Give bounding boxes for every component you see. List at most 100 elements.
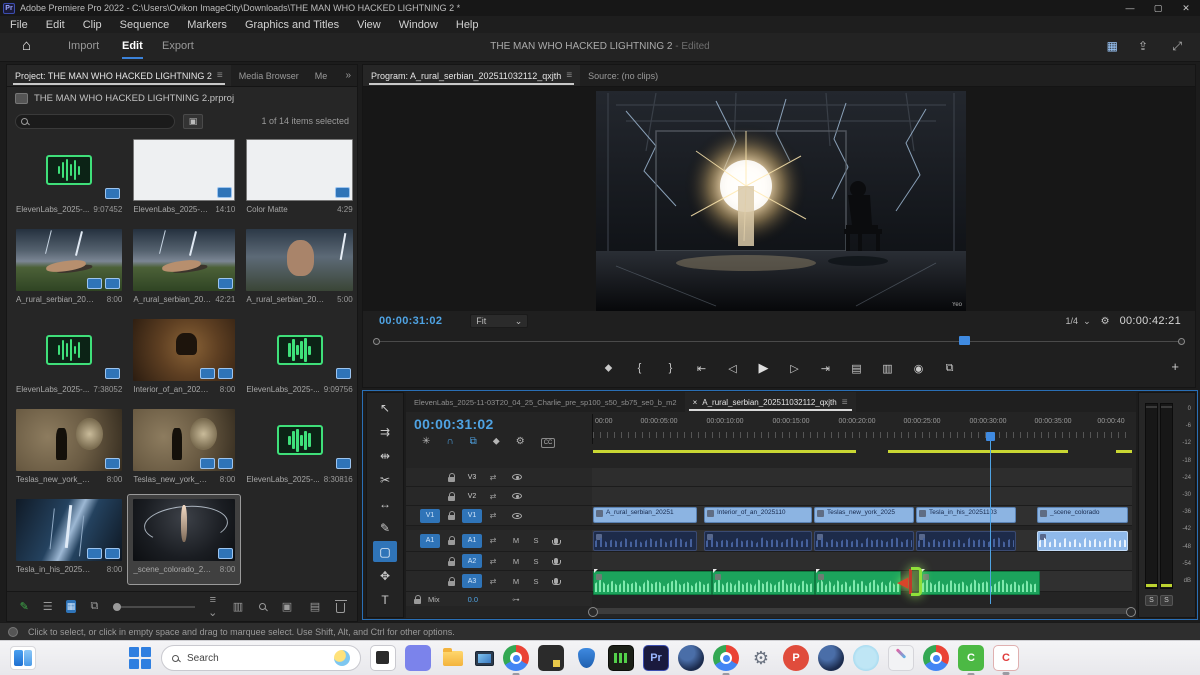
icon-view-button[interactable]: ▦ [66,600,76,613]
music-clip[interactable] [593,571,712,595]
tab-truncated[interactable]: Me [307,65,336,86]
search-box[interactable] [15,114,175,129]
sync-lock-icon[interactable]: ⇄ [482,511,504,520]
project-item[interactable]: Tesla_in_his_2025110...8:00 [11,495,127,584]
type-tool[interactable]: T [373,589,397,610]
filter-bin-button[interactable]: ▣ [183,114,203,129]
teams-chat-icon[interactable] [405,645,431,671]
step-forward-button[interactable]: ▷ [787,362,803,375]
toggle-track-output-icon[interactable] [512,493,522,499]
dark-app-icon[interactable] [538,645,564,671]
mute-button[interactable]: M [508,536,524,545]
close-icon[interactable]: × [693,398,698,407]
track-header-a3[interactable]: A3 ⇄ M S [406,571,592,592]
timeline-ruler[interactable]: 00:00 00:00:05:00 00:00:10:00 00:00:15:0… [592,414,1132,444]
thumbnail-zoom-slider[interactable] [113,606,195,608]
panel-menu-icon[interactable]: ≡ [217,70,223,81]
project-item[interactable]: A_rural_serbian_2025...8:00 [11,225,127,314]
sync-lock-icon[interactable]: ⇄ [482,536,504,545]
solo-left-button[interactable]: S [1145,595,1158,606]
track-lane-a1[interactable] [592,530,1132,552]
capcut-icon[interactable]: C [993,645,1019,671]
add-marker-icon[interactable]: ⬥ [493,436,500,448]
tab-source[interactable]: Source: (no clips) [580,65,666,86]
video-clip[interactable]: Tesla_in_his_20251103 [916,507,1016,523]
tab-import[interactable]: Import [68,40,99,52]
track-lane-a2[interactable] [592,552,1132,571]
selection-tool[interactable]: ↖ [373,397,397,418]
timeline-playhead[interactable] [990,438,991,604]
button-editor-plus[interactable]: + [1171,359,1179,374]
share-icon[interactable]: ⇪ [1138,39,1148,53]
chrome-icon[interactable] [503,645,529,671]
solo-right-button[interactable]: S [1160,595,1173,606]
new-bin-button[interactable]: ▣ [280,600,294,613]
patreon-icon[interactable]: P [783,645,809,671]
trim-edit-cursor[interactable]: ◀ [898,566,924,598]
solo-button[interactable]: S [528,577,544,586]
sequence-tab-active[interactable]: × A_rural_serbian_202511032112_qxjth ≡ [685,392,856,412]
menu-file[interactable]: File [10,19,28,31]
menu-clip[interactable]: Clip [83,19,102,31]
program-playhead[interactable] [959,336,970,345]
mix-value[interactable]: 0.0 [468,595,478,604]
start-button[interactable] [128,646,152,670]
music-clip[interactable] [920,571,1040,595]
track-lane-v1[interactable]: A_rural_serbian_20251 Interior_of_an_202… [592,506,1132,526]
voiceover-record-icon[interactable] [554,558,558,564]
rectangle-tool[interactable]: ▢ [373,541,397,562]
project-item-selected[interactable]: _scene_colorado_2025...8:00 [128,495,240,584]
track-header-a1[interactable]: A1 A1 ⇄ M S [406,530,592,552]
close-button[interactable]: ✕ [1172,3,1200,14]
home-icon[interactable]: ⌂ [22,37,31,54]
project-item[interactable]: ElevenLabs_2025-11-...14:10 [128,135,240,224]
sort-icons-button[interactable]: ≡ ⌄ [208,594,218,619]
timeline-timecode[interactable]: 00:00:31:02 [414,416,494,432]
solo-button[interactable]: S [528,557,544,566]
project-item[interactable]: ElevenLabs_2025-...7:38052 [11,315,127,404]
sync-lock-icon[interactable]: ⇄ [482,473,504,482]
sync-lock-icon[interactable]: ⇄ [482,557,504,566]
camtasia-icon[interactable]: C [958,645,984,671]
comparison-view-button[interactable]: ⧉ [942,362,958,375]
track-lane-a3[interactable] [592,571,1132,592]
track-lane-v3[interactable] [592,468,1132,487]
project-item[interactable]: Color Matte4:29 [241,135,353,224]
hand-tool[interactable]: ✥ [373,565,397,586]
nest-toggle-icon[interactable]: ✳ [422,436,430,448]
chrome-profile-icon[interactable] [713,645,739,671]
go-to-in-button[interactable]: ⇤ [694,362,710,375]
tab-export[interactable]: Export [162,40,194,52]
panel-menu-icon[interactable]: ≡ [842,397,848,408]
mute-button[interactable]: M [508,557,524,566]
track-header-v1[interactable]: V1 V1 ⇄ [406,506,592,526]
project-item[interactable]: ElevenLabs_2025-...9:09756 [241,315,353,404]
scrubber-right-handle[interactable] [1178,338,1185,345]
widgets-icon[interactable] [10,646,36,670]
audio-clip[interactable] [916,531,1016,551]
project-item[interactable]: Teslas_new_york_202...8:00 [11,405,127,494]
source-patch-a1[interactable]: A1 [420,534,440,548]
playback-resolution-dropdown[interactable]: 1/4 ⌄ [1066,316,1091,327]
premiere-pro-icon[interactable]: Pr [643,645,669,671]
list-view-button[interactable]: ☰ [42,600,52,613]
tab-overflow-icon[interactable]: » [345,70,357,81]
keyframe-icon[interactable]: ⊶ [512,595,520,604]
ripple-edit-tool[interactable]: ⇹ [373,445,397,466]
menu-edit[interactable]: Edit [46,19,65,31]
step-back-button[interactable]: ◁ [725,362,741,375]
minimize-button[interactable]: — [1116,3,1144,14]
toggle-track-output-icon[interactable] [512,513,522,519]
chrome-profile-icon-2[interactable] [923,645,949,671]
program-timecode[interactable]: 00:00:31:02 [379,315,442,327]
mark-in-button[interactable]: { [632,362,648,374]
project-bin-row[interactable]: THE MAN WHO HACKED LIGHTNING 2.prproj [7,87,357,109]
pen-tool[interactable]: ✎ [373,517,397,538]
tab-project[interactable]: Project: THE MAN WHO HACKED LIGHTNING 2 … [7,65,231,86]
menu-graphics-titles[interactable]: Graphics and Titles [245,19,339,31]
audio-clip[interactable] [704,531,812,551]
sync-lock-icon[interactable]: ⇄ [482,577,504,586]
find-icon[interactable] [259,603,266,610]
retro-game-icon[interactable] [608,645,634,671]
project-item[interactable]: Interior_of_an_202511...8:00 [128,315,240,404]
